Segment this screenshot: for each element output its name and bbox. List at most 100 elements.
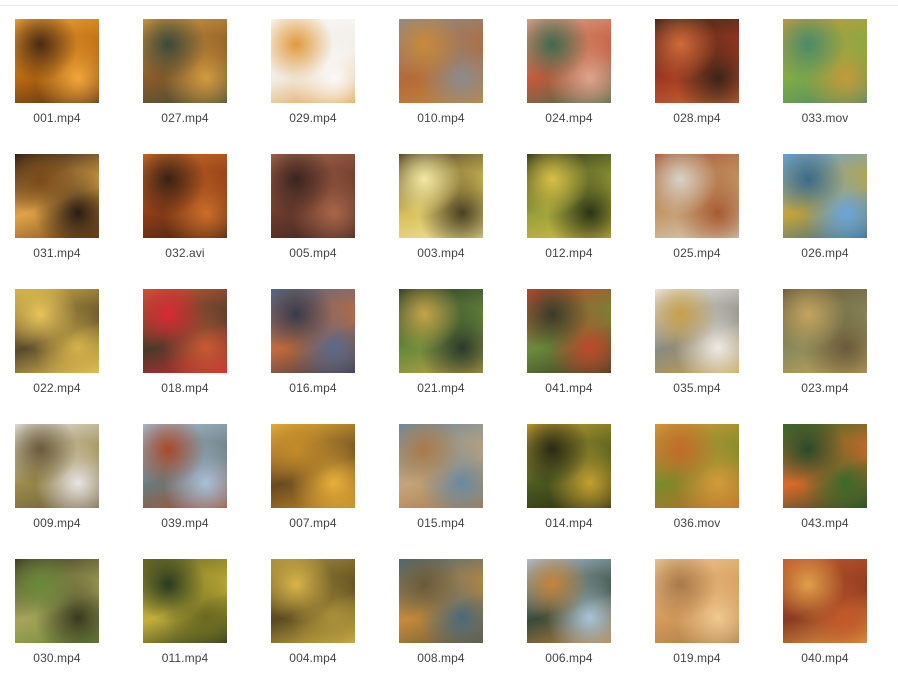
file-item[interactable]: 003.mp4 — [384, 154, 512, 289]
video-thumbnail[interactable] — [655, 424, 739, 508]
file-item[interactable]: 012.mp4 — [512, 154, 640, 289]
file-item[interactable]: 029.mp4 — [256, 19, 384, 154]
file-name-label: 018.mp4 — [161, 381, 209, 395]
file-item[interactable]: 007.mp4 — [256, 424, 384, 559]
file-item[interactable]: 004.mp4 — [256, 559, 384, 694]
file-item[interactable]: 024.mp4 — [512, 19, 640, 154]
file-name-label: 006.mp4 — [545, 651, 593, 665]
top-divider — [0, 5, 898, 6]
file-item[interactable]: 030.mp4 — [0, 559, 128, 694]
file-name-label: 015.mp4 — [417, 516, 465, 530]
file-thumbnail-grid: 001.mp4 027.mp4 029.mp4 010.mp4 024.mp4 028.m… — [0, 19, 898, 694]
video-thumbnail[interactable] — [399, 424, 483, 508]
file-name-label: 010.mp4 — [417, 111, 465, 125]
file-item[interactable]: 005.mp4 — [256, 154, 384, 289]
video-thumbnail[interactable] — [15, 559, 99, 643]
video-thumbnail[interactable] — [399, 289, 483, 373]
file-item[interactable]: 039.mp4 — [128, 424, 256, 559]
file-name-label: 012.mp4 — [545, 246, 593, 260]
video-thumbnail[interactable] — [655, 289, 739, 373]
file-item[interactable]: 016.mp4 — [256, 289, 384, 424]
video-thumbnail[interactable] — [15, 19, 99, 103]
file-item[interactable]: 025.mp4 — [640, 154, 768, 289]
file-item[interactable]: 026.mp4 — [768, 154, 896, 289]
video-thumbnail[interactable] — [527, 289, 611, 373]
video-thumbnail[interactable] — [655, 19, 739, 103]
file-name-label: 029.mp4 — [289, 111, 337, 125]
video-thumbnail[interactable] — [271, 154, 355, 238]
video-thumbnail[interactable] — [783, 19, 867, 103]
file-name-label: 040.mp4 — [801, 651, 849, 665]
file-name-label: 023.mp4 — [801, 381, 849, 395]
file-name-label: 022.mp4 — [33, 381, 81, 395]
file-item[interactable]: 040.mp4 — [768, 559, 896, 694]
video-thumbnail[interactable] — [527, 154, 611, 238]
video-thumbnail[interactable] — [527, 559, 611, 643]
file-item[interactable]: 019.mp4 — [640, 559, 768, 694]
file-name-label: 005.mp4 — [289, 246, 337, 260]
file-item[interactable]: 022.mp4 — [0, 289, 128, 424]
file-name-label: 003.mp4 — [417, 246, 465, 260]
file-name-label: 007.mp4 — [289, 516, 337, 530]
video-thumbnail[interactable] — [271, 559, 355, 643]
video-thumbnail[interactable] — [271, 289, 355, 373]
file-item[interactable]: 010.mp4 — [384, 19, 512, 154]
video-thumbnail[interactable] — [655, 559, 739, 643]
file-item[interactable]: 001.mp4 — [0, 19, 128, 154]
video-thumbnail[interactable] — [783, 289, 867, 373]
video-thumbnail[interactable] — [399, 559, 483, 643]
file-item[interactable]: 023.mp4 — [768, 289, 896, 424]
file-name-label: 032.avi — [165, 246, 205, 260]
file-name-label: 043.mp4 — [801, 516, 849, 530]
file-name-label: 025.mp4 — [673, 246, 721, 260]
video-thumbnail[interactable] — [271, 424, 355, 508]
file-name-label: 035.mp4 — [673, 381, 721, 395]
video-thumbnail[interactable] — [655, 154, 739, 238]
video-thumbnail[interactable] — [399, 19, 483, 103]
video-thumbnail[interactable] — [271, 19, 355, 103]
file-item[interactable]: 021.mp4 — [384, 289, 512, 424]
video-thumbnail[interactable] — [527, 19, 611, 103]
video-thumbnail[interactable] — [143, 559, 227, 643]
file-name-label: 033.mov — [801, 111, 849, 125]
file-name-label: 011.mp4 — [161, 651, 209, 665]
file-item[interactable]: 009.mp4 — [0, 424, 128, 559]
video-thumbnail[interactable] — [783, 424, 867, 508]
file-item[interactable]: 041.mp4 — [512, 289, 640, 424]
video-thumbnail[interactable] — [143, 424, 227, 508]
file-item[interactable]: 018.mp4 — [128, 289, 256, 424]
file-item[interactable]: 032.avi — [128, 154, 256, 289]
file-item[interactable]: 008.mp4 — [384, 559, 512, 694]
file-item[interactable]: 036.mov — [640, 424, 768, 559]
file-name-label: 008.mp4 — [417, 651, 465, 665]
video-thumbnail[interactable] — [783, 154, 867, 238]
video-thumbnail[interactable] — [783, 559, 867, 643]
file-item[interactable]: 015.mp4 — [384, 424, 512, 559]
file-name-label: 014.mp4 — [545, 516, 593, 530]
file-name-label: 031.mp4 — [33, 246, 81, 260]
file-item[interactable]: 035.mp4 — [640, 289, 768, 424]
video-thumbnail[interactable] — [143, 154, 227, 238]
file-name-label: 009.mp4 — [33, 516, 81, 530]
file-name-label: 024.mp4 — [545, 111, 593, 125]
file-item[interactable]: 028.mp4 — [640, 19, 768, 154]
video-thumbnail[interactable] — [143, 19, 227, 103]
video-thumbnail[interactable] — [527, 424, 611, 508]
file-item[interactable]: 031.mp4 — [0, 154, 128, 289]
video-thumbnail[interactable] — [143, 289, 227, 373]
file-name-label: 016.mp4 — [289, 381, 337, 395]
file-item[interactable]: 011.mp4 — [128, 559, 256, 694]
file-name-label: 026.mp4 — [801, 246, 849, 260]
video-thumbnail[interactable] — [15, 424, 99, 508]
file-name-label: 039.mp4 — [161, 516, 209, 530]
file-name-label: 041.mp4 — [545, 381, 593, 395]
file-item[interactable]: 043.mp4 — [768, 424, 896, 559]
file-item[interactable]: 014.mp4 — [512, 424, 640, 559]
video-thumbnail[interactable] — [15, 289, 99, 373]
file-item[interactable]: 027.mp4 — [128, 19, 256, 154]
video-thumbnail[interactable] — [399, 154, 483, 238]
file-item[interactable]: 033.mov — [768, 19, 896, 154]
file-item[interactable]: 006.mp4 — [512, 559, 640, 694]
video-thumbnail[interactable] — [15, 154, 99, 238]
file-name-label: 036.mov — [673, 516, 721, 530]
